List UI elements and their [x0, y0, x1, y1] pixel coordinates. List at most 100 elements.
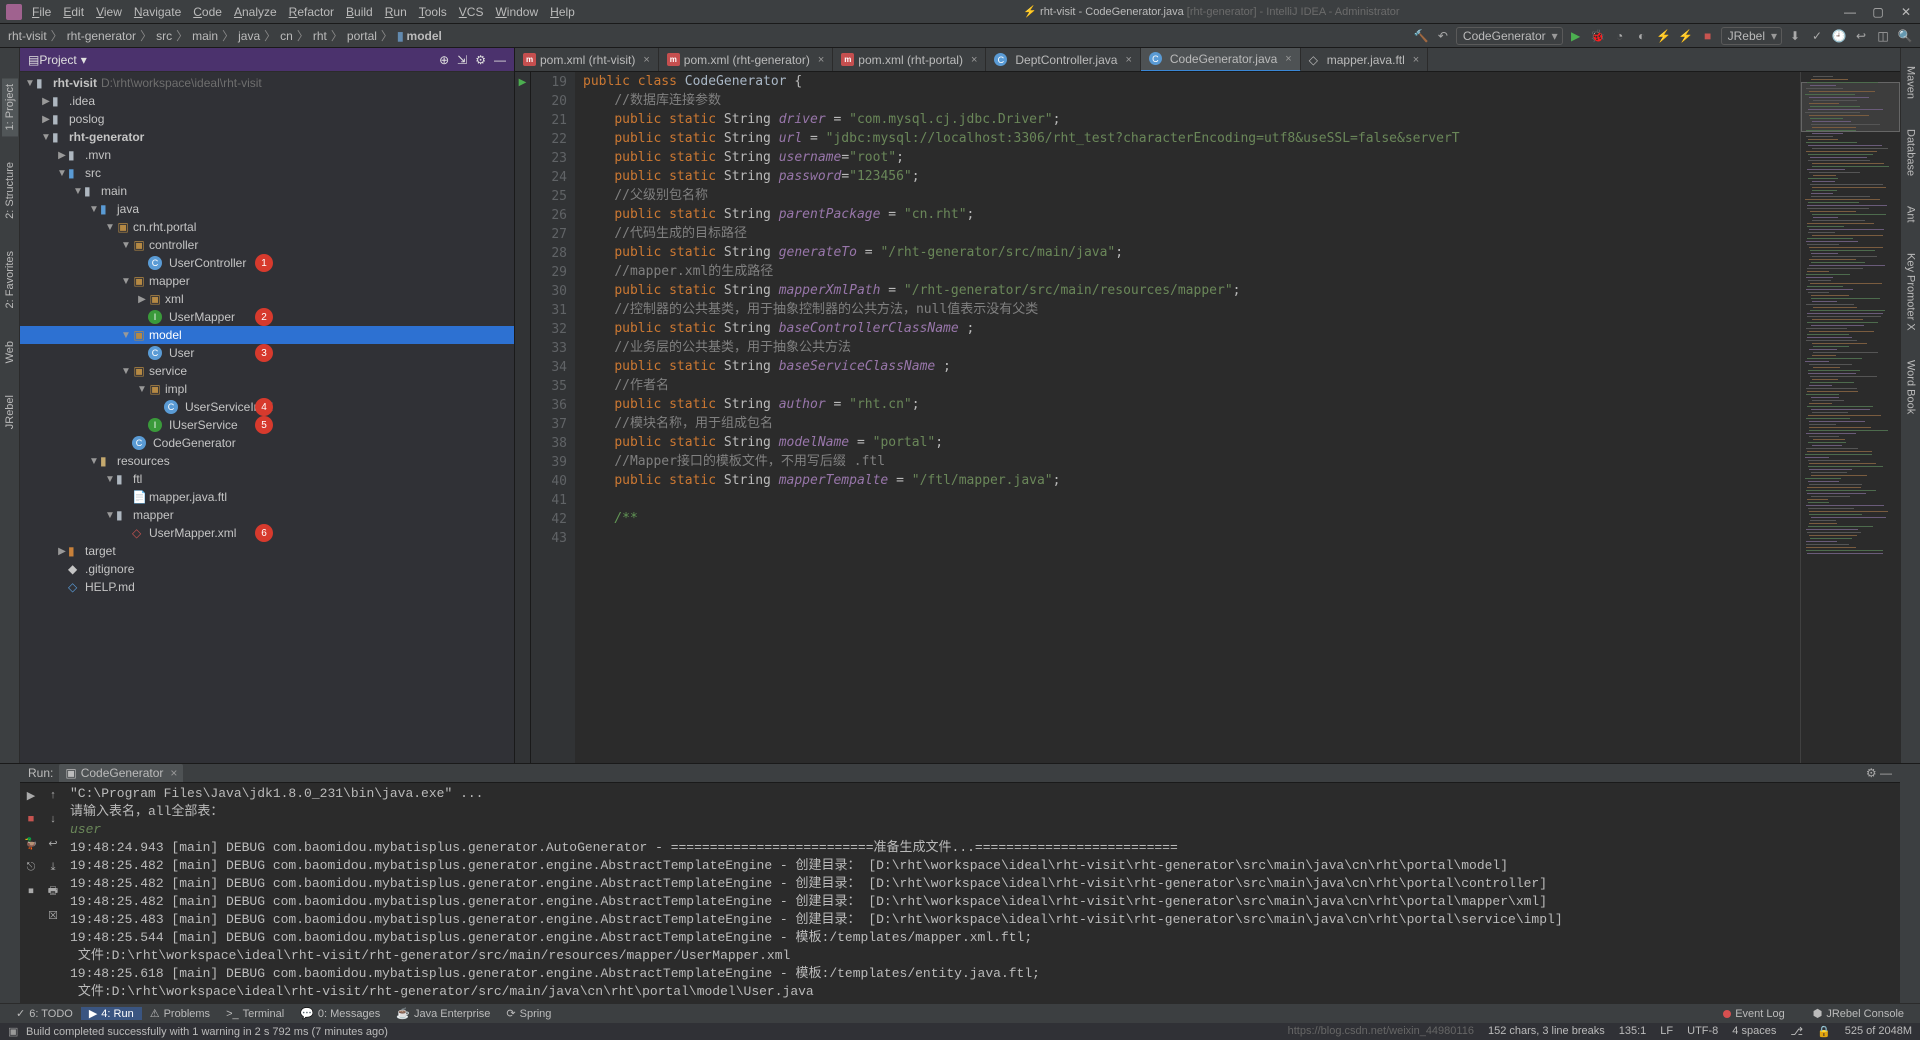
caret-pos[interactable]: 135:1	[1619, 1025, 1647, 1038]
right-tab[interactable]: Key Promoter X	[1903, 247, 1919, 337]
left-tab[interactable]: 2: Structure	[2, 156, 18, 225]
editor-tab[interactable]: mpom.xml (rht-portal)×	[833, 48, 986, 72]
close-icon[interactable]: ×	[1285, 53, 1291, 65]
tree-row[interactable]: ▼▣impl	[20, 380, 514, 398]
coverage-button[interactable]: ◔	[1611, 27, 1629, 45]
rebel2-button[interactable]: ⚡	[1677, 27, 1695, 45]
bottom-tab[interactable]: ☕Java Enterprise	[388, 1007, 498, 1020]
maximize-button[interactable]: ▢	[1870, 5, 1886, 19]
editor-tab[interactable]: ◇mapper.java.ftl×	[1301, 48, 1428, 72]
close-icon[interactable]: ×	[643, 54, 649, 66]
tree-row[interactable]: IIUserService5	[20, 416, 514, 434]
menu-code[interactable]: Code	[187, 5, 228, 19]
tree-row[interactable]: ▼▣cn.rht.portal	[20, 218, 514, 236]
editor-tab[interactable]: CDeptController.java×	[986, 48, 1141, 72]
line-sep[interactable]: LF	[1660, 1025, 1673, 1038]
tree-row[interactable]: ▶▮poslog	[20, 110, 514, 128]
jrebel-combo[interactable]: JRebel	[1721, 27, 1782, 45]
menu-window[interactable]: Window	[489, 5, 544, 19]
tree-row[interactable]: CCodeGenerator	[20, 434, 514, 452]
right-tab[interactable]: Database	[1903, 123, 1919, 182]
tree-row[interactable]: CUserServiceImpl4	[20, 398, 514, 416]
bottom-tab[interactable]: >_Terminal	[218, 1008, 292, 1020]
tree-row[interactable]: ▼▮rht-visitD:\rht\workspace\ideal\rht-vi…	[20, 74, 514, 92]
git-branch[interactable]: ⎇	[1790, 1025, 1803, 1038]
exit-button[interactable]: ⎋	[23, 859, 39, 875]
debug-button[interactable]: 🐞	[1589, 27, 1607, 45]
collapse-icon[interactable]: ⇲	[457, 53, 467, 67]
rerun-button[interactable]: ▶	[23, 787, 39, 803]
rebel-button[interactable]: ⚡	[1655, 27, 1673, 45]
menu-edit[interactable]: Edit	[57, 5, 90, 19]
left-tab[interactable]: 2: Favorites	[2, 245, 18, 314]
run-config-combo[interactable]: CodeGenerator	[1456, 27, 1563, 45]
bottom-tab[interactable]: ✓6: TODO	[8, 1007, 81, 1020]
menu-help[interactable]: Help	[544, 5, 581, 19]
menu-tools[interactable]: Tools	[413, 5, 453, 19]
editor-tab[interactable]: mpom.xml (rht-visit)×	[515, 48, 659, 72]
wrap-button[interactable]: ↩	[45, 835, 61, 851]
tree-row[interactable]: ▼▮main	[20, 182, 514, 200]
tree-row[interactable]: ▼▮mapper	[20, 506, 514, 524]
tree-row[interactable]: ▼▮rht-generator	[20, 128, 514, 146]
breadcrumb[interactable]: rht-visit	[6, 29, 49, 43]
up-button[interactable]: ↑	[45, 787, 61, 803]
stop-button[interactable]: ■	[1699, 27, 1717, 45]
tree-row[interactable]: ▶▮.idea	[20, 92, 514, 110]
breadcrumb[interactable]: cn	[278, 29, 295, 43]
search-button[interactable]: 🔍	[1896, 27, 1914, 45]
breadcrumb[interactable]: src	[154, 29, 174, 43]
tree-row[interactable]: ▼▮resources	[20, 452, 514, 470]
tree-row[interactable]: ▼▣model	[20, 326, 514, 344]
tool-windows-icon[interactable]: ▣	[8, 1025, 22, 1039]
nav-back[interactable]: ↶	[1434, 27, 1452, 45]
vcs-commit[interactable]: ✓	[1808, 27, 1826, 45]
tree-row[interactable]: CUserController1	[20, 254, 514, 272]
close-button[interactable]: ✕	[1898, 5, 1914, 19]
panel-settings-icon[interactable]: ⚙	[475, 53, 486, 67]
menu-navigate[interactable]: Navigate	[128, 5, 187, 19]
tree-row[interactable]: ▼▣mapper	[20, 272, 514, 290]
vcs-update[interactable]: ⬇	[1786, 27, 1804, 45]
breadcrumb[interactable]: rht	[311, 29, 329, 43]
run-tab[interactable]: ▣ CodeGenerator×	[59, 764, 183, 782]
menu-vcs[interactable]: VCS	[453, 5, 490, 19]
left-tab[interactable]: Web	[2, 335, 18, 369]
breadcrumb[interactable]: ▮model	[395, 29, 444, 43]
scroll-button[interactable]: ⤓	[45, 859, 61, 875]
close-icon[interactable]: ×	[818, 54, 824, 66]
close-icon[interactable]: ×	[1413, 54, 1419, 66]
menu-refactor[interactable]: Refactor	[283, 5, 340, 19]
tree-row[interactable]: ▼▣service	[20, 362, 514, 380]
breadcrumb[interactable]: java	[236, 29, 262, 43]
bottom-tab[interactable]: ▶4: Run	[81, 1007, 142, 1020]
close-icon[interactable]: ×	[971, 54, 977, 66]
tree-row[interactable]: ▼▮ftl	[20, 470, 514, 488]
tree-row[interactable]: ▼▮java	[20, 200, 514, 218]
stop-button[interactable]: ■	[23, 811, 39, 827]
menu-file[interactable]: File	[26, 5, 57, 19]
editor-tab[interactable]: mpom.xml (rht-generator)×	[659, 48, 833, 72]
bottom-tab[interactable]: ⟳Spring	[498, 1007, 559, 1020]
menu-analyze[interactable]: Analyze	[228, 5, 283, 19]
tree-row[interactable]: CUser3	[20, 344, 514, 362]
tree-row[interactable]: ▶▮.mvn	[20, 146, 514, 164]
right-tab[interactable]: Ant	[1903, 200, 1919, 229]
vcs-history[interactable]: 🕘	[1830, 27, 1848, 45]
locate-icon[interactable]: ⊕	[439, 53, 449, 67]
right-tab[interactable]: Word Book	[1903, 354, 1919, 420]
breadcrumb[interactable]: portal	[345, 29, 379, 43]
bottom-tab[interactable]: Event Log	[1715, 1007, 1793, 1020]
tree-row[interactable]: ▼▮src	[20, 164, 514, 182]
right-tab[interactable]: Maven	[1903, 60, 1919, 105]
close-icon[interactable]: ×	[170, 766, 177, 780]
stop2-button[interactable]: ⏹	[23, 883, 39, 899]
tree-row[interactable]: ▼▣controller	[20, 236, 514, 254]
ide-struct[interactable]: ◫	[1874, 27, 1892, 45]
clear-button[interactable]: ☒	[45, 907, 61, 923]
profile-button[interactable]: ◐	[1633, 27, 1651, 45]
tree-row[interactable]: IUserMapper2	[20, 308, 514, 326]
bottom-tab[interactable]: 💬0: Messages	[292, 1007, 388, 1020]
left-tab[interactable]: JRebel	[2, 389, 18, 435]
menu-build[interactable]: Build	[340, 5, 379, 19]
